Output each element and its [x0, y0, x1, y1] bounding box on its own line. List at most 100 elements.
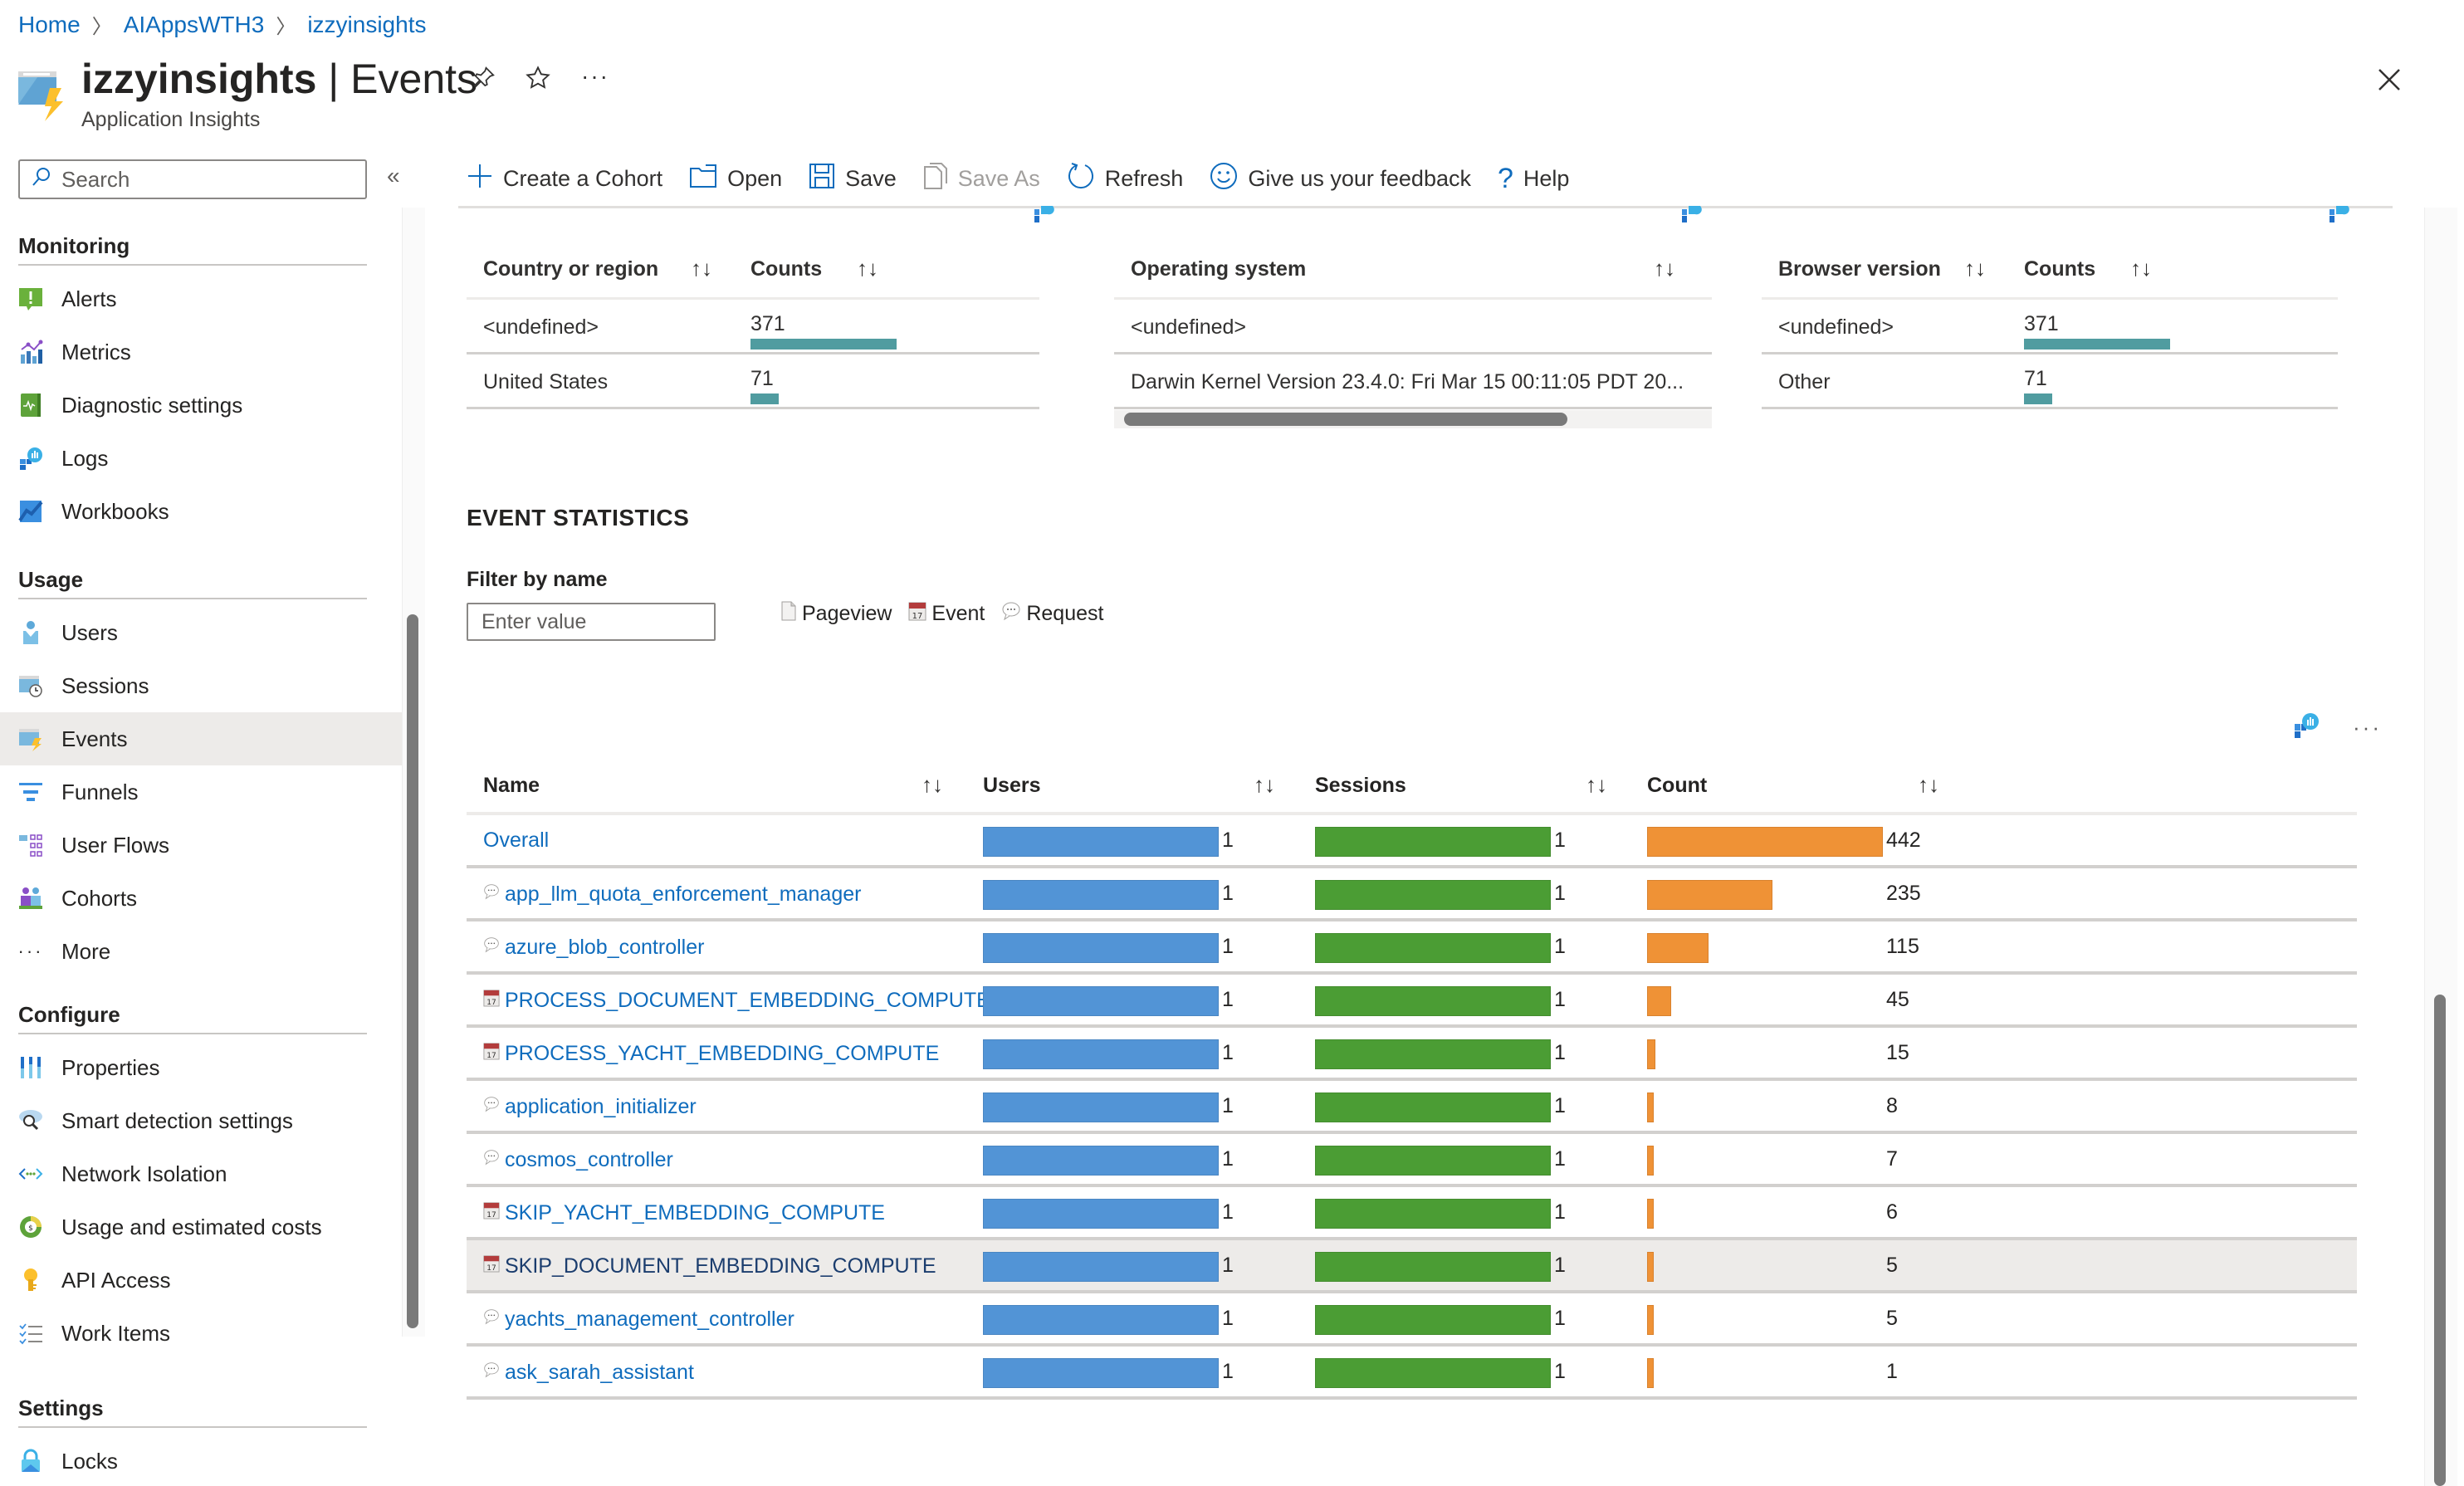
legend-event[interactable]: 17 Event [908, 601, 985, 627]
sort-icon[interactable]: ↑↓ [1964, 256, 1986, 281]
sort-icon[interactable]: ↑↓ [857, 256, 878, 281]
column-header-counts[interactable]: Counts [2024, 257, 2095, 281]
sidebar-item-user-flows[interactable]: User Flows [0, 819, 402, 872]
sidebar-item-properties[interactable]: Properties [0, 1041, 402, 1094]
column-header-count[interactable]: Count [1647, 774, 1707, 798]
table-row[interactable]: cosmos_controller 1 1 7 [467, 1134, 2357, 1187]
feedback-button[interactable]: Give us your feedback [1210, 162, 1471, 196]
sidebar-item-cohorts[interactable]: Cohorts [0, 872, 402, 925]
table-row[interactable]: 17 PROCESS_DOCUMENT_EMBEDDING_COMPUTE 1 1 45 [467, 975, 2357, 1028]
sidebar-item-events[interactable]: Events [0, 712, 402, 765]
sidebar-search[interactable]: Search [18, 159, 367, 199]
column-header-name[interactable]: Name [483, 774, 540, 798]
users-bar [983, 1252, 1219, 1282]
nav-section-settings: Settings Locks [0, 1390, 402, 1486]
sort-icon[interactable]: ↑↓ [2130, 256, 2152, 281]
event-name-link[interactable]: ask_sarah_assistant [483, 1360, 694, 1386]
nav-section-usage: Usage Users Sessions Events Funnels User… [0, 561, 402, 978]
refresh-icon [1067, 162, 1095, 196]
table-row[interactable]: 17 SKIP_DOCUMENT_EMBEDDING_COMPUTE 1 1 5 [467, 1240, 2357, 1293]
collapse-sidebar-button[interactable]: « [387, 163, 400, 189]
main-scrollbar-thumb[interactable] [2434, 995, 2446, 1486]
event-name-link[interactable]: yachts_management_controller [483, 1307, 794, 1332]
legend-label: Request [1026, 602, 1104, 625]
table-row[interactable]: ask_sarah_assistant 1 1 1 [467, 1347, 2357, 1400]
event-name-link[interactable]: Overall [483, 829, 549, 853]
open-in-logs-icon[interactable] [1682, 206, 1705, 226]
sort-icon[interactable]: ↑↓ [922, 772, 943, 798]
breadcrumb-resource[interactable]: izzyinsights [307, 12, 426, 38]
table-row[interactable]: 17 SKIP_YACHT_EMBEDDING_COMPUTE 1 1 6 [467, 1187, 2357, 1240]
table-row[interactable]: app_llm_quota_enforcement_manager 1 1 235 [467, 868, 2357, 921]
event-name-link[interactable]: application_initializer [483, 1094, 697, 1120]
breadcrumb-resource-group[interactable]: AIAppsWTH3 [124, 12, 265, 38]
divider [18, 264, 367, 266]
save-as-button[interactable]: Save As [923, 162, 1040, 196]
refresh-button[interactable]: Refresh [1067, 162, 1183, 196]
event-name-link[interactable]: app_llm_quota_enforcement_manager [483, 882, 861, 907]
sort-icon[interactable]: ↑↓ [1654, 256, 1675, 281]
event-name-link[interactable]: 17 SKIP_DOCUMENT_EMBEDDING_COMPUTE [483, 1254, 936, 1279]
sidebar-item-sessions[interactable]: Sessions [0, 659, 402, 712]
sidebar-item-workbooks[interactable]: Workbooks [0, 485, 402, 538]
sidebar-item-work-items[interactable]: Work Items [0, 1307, 402, 1360]
sidebar-item-more[interactable]: ··· More [0, 925, 402, 978]
pin-icon[interactable] [472, 65, 496, 96]
event-name-link[interactable]: azure_blob_controller [483, 935, 704, 961]
star-icon[interactable] [525, 65, 551, 98]
sort-icon[interactable]: ↑↓ [1254, 772, 1275, 798]
sidebar-item-locks[interactable]: Locks [0, 1435, 402, 1486]
sidebar-scrollbar-thumb[interactable] [407, 614, 418, 1328]
table-row[interactable]: 17 PROCESS_YACHT_EMBEDDING_COMPUTE 1 1 15 [467, 1028, 2357, 1081]
request-bubble-icon [483, 1360, 500, 1386]
column-header-browser[interactable]: Browser version [1778, 257, 1941, 281]
sidebar-item-users[interactable]: Users [0, 606, 402, 659]
table-row[interactable]: azure_blob_controller 1 1 115 [467, 921, 2357, 975]
sidebar-item-usage-costs[interactable]: $ Usage and estimated costs [0, 1200, 402, 1254]
sort-icon[interactable]: ↑↓ [1586, 772, 1607, 798]
filter-by-name-input[interactable] [467, 603, 716, 641]
close-icon[interactable] [2376, 66, 2403, 93]
sidebar-item-logs[interactable]: Logs [0, 432, 402, 485]
sidebar-item-network-isolation[interactable]: Network Isolation [0, 1147, 402, 1200]
help-button[interactable]: ? Help [1498, 163, 1569, 195]
table-row[interactable]: application_initializer 1 1 8 [467, 1081, 2357, 1134]
sidebar-item-funnels[interactable]: Funnels [0, 765, 402, 819]
os-cell: Darwin Kernel Version 23.4.0: Fri Mar 15… [1131, 370, 1684, 393]
sidebar-item-metrics[interactable]: Metrics [0, 325, 402, 379]
count-value: 1 [1886, 1360, 1898, 1383]
breadcrumb-home[interactable]: Home [18, 12, 81, 38]
column-header-counts[interactable]: Counts [750, 257, 822, 281]
event-name-link[interactable]: 17 PROCESS_YACHT_EMBEDDING_COMPUTE [483, 1041, 939, 1067]
sort-icon[interactable]: ↑↓ [691, 256, 712, 281]
sidebar-item-api-access[interactable]: API Access [0, 1254, 402, 1307]
event-name-link[interactable]: 17 SKIP_YACHT_EMBEDDING_COMPUTE [483, 1200, 885, 1226]
open-button[interactable]: Open [689, 164, 782, 194]
column-header-os[interactable]: Operating system [1131, 257, 1306, 281]
event-name-link[interactable]: cosmos_controller [483, 1147, 673, 1173]
open-in-logs-icon[interactable] [2330, 206, 2353, 226]
sidebar-item-alerts[interactable]: Alerts [0, 272, 402, 325]
create-cohort-button[interactable]: Create a Cohort [467, 163, 662, 195]
os-horizontal-scrollbar-thumb[interactable] [1124, 413, 1567, 426]
column-header-country[interactable]: Country or region [483, 257, 658, 281]
open-in-logs-icon[interactable] [1034, 206, 1058, 226]
calendar-event-icon: 17 [483, 988, 500, 1014]
open-in-logs-icon[interactable] [2293, 712, 2320, 743]
table-row[interactable]: yachts_management_controller 1 1 5 [467, 1293, 2357, 1347]
count-cell: 371 [750, 312, 785, 335]
legend-pageview[interactable]: Pageview [780, 601, 892, 627]
legend-request[interactable]: Request [1001, 601, 1103, 627]
save-button[interactable]: Save [809, 163, 897, 195]
column-header-users[interactable]: Users [983, 774, 1041, 798]
sidebar-item-diagnostic-settings[interactable]: Diagnostic settings [0, 379, 402, 432]
event-name-link[interactable]: 17 PROCESS_DOCUMENT_EMBEDDING_COMPUTE [483, 988, 990, 1014]
table-row[interactable]: Overall 1 1 442 [467, 815, 2357, 868]
more-options-icon[interactable]: ··· [2353, 715, 2382, 741]
sort-icon[interactable]: ↑↓ [1918, 772, 1939, 798]
sidebar-item-smart-detection[interactable]: Smart detection settings [0, 1094, 402, 1147]
search-placeholder: Search [61, 166, 130, 192]
sessions-icon [18, 673, 43, 698]
column-header-sessions[interactable]: Sessions [1315, 774, 1406, 798]
more-icon[interactable]: ··· [581, 63, 609, 90]
